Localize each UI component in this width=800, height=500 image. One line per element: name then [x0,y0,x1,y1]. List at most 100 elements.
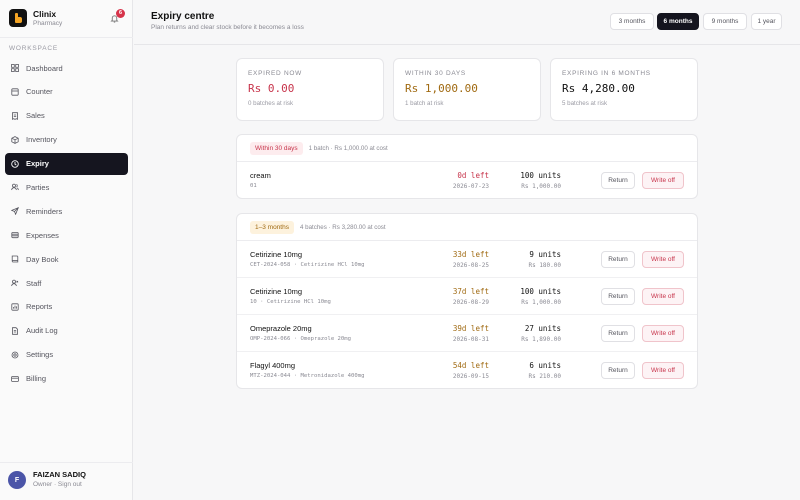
page-subtitle: Plan returns and clear stock before it b… [151,24,304,31]
send-icon [11,207,19,216]
card-icon [11,375,19,382]
receipt-icon [12,112,18,120]
cost: Rs 210.00 [528,373,561,380]
range-9-months[interactable]: 9 months [703,13,747,30]
sidebar-item-reminders[interactable]: Reminders [5,200,128,222]
cost: Rs 1,000.00 [521,183,561,190]
sidebar-item-staff[interactable]: Staff [5,272,128,294]
batch-info: 10 · Cetirizine HCl 10mg [250,299,331,305]
stat-label: EXPIRING IN 6 MONTHS [562,70,651,77]
grid-icon [11,64,19,72]
days-left: 0d left [457,171,489,180]
sidebar-item-reports[interactable]: Reports [5,296,128,318]
chart-icon [11,303,19,311]
group-badge: Within 30 days [250,141,303,155]
item-name: Flagyl 400mg [250,361,296,370]
sidebar-item-label: Inventory [26,135,57,145]
stat-expiring-6-months: EXPIRING IN 6 MONTHS Rs 4,280.00 5 batch… [550,58,698,121]
return-button[interactable]: Return [601,362,635,379]
cost: Rs 180.00 [528,262,561,269]
write-off-button[interactable]: Write off [642,172,684,189]
return-button[interactable]: Return [601,325,635,342]
stat-label: EXPIRED NOW [248,70,302,77]
brand-name: Clinix [33,9,57,19]
sidebar-item-billing[interactable]: Billing [5,368,128,390]
group-meta: 1 batch · Rs 1,000.00 at cost [308,144,388,152]
return-button[interactable]: Return [601,288,635,305]
cost: Rs 1,890.00 [521,336,561,343]
range-1-year[interactable]: 1 year [751,13,782,30]
stat-label: WITHIN 30 DAYS [405,70,466,77]
sidebar-item-sales[interactable]: Sales [5,105,128,127]
sign-out-link[interactable]: Owner · Sign out [33,480,86,490]
user-group-icon [11,279,19,287]
expiry-date: 2026-08-25 [452,262,489,269]
box-icon [11,135,19,144]
cost: Rs 1,000.00 [521,299,561,306]
item-name: Cetirizine 10mg [250,250,303,259]
sidebar-item-label: Reports [26,302,53,312]
sidebar-item-label: Settings [26,350,54,360]
table-row: Omeprazole 20mg OMP-2024-066 · Omeprazol… [237,315,697,352]
users-icon [11,184,19,191]
sidebar: Clinix Pharmacy 6 WORKSPACE Dashboard Co… [0,0,133,500]
sidebar-item-inventory[interactable]: Inventory [5,129,128,151]
sidebar-item-parties[interactable]: Parties [5,176,128,198]
group-meta: 4 batches · Rs 3,280.00 at cost [299,223,386,231]
write-off-button[interactable]: Write off [642,251,684,268]
table-row: Cetirizine 10mg CET-2024-058 · Cetirizin… [237,241,697,278]
return-button[interactable]: Return [601,172,635,189]
item-name: Cetirizine 10mg [250,287,303,296]
item-name: Omeprazole 20mg [250,324,312,333]
sidebar-item-expiry[interactable]: Expiry [5,152,128,175]
table-row: Flagyl 400mg MTZ-2024-044 · Metronidazol… [237,352,697,388]
workspace-label: WORKSPACE [9,45,58,52]
range-3-months[interactable]: 3 months [610,13,654,30]
group-badge: 1–3 months [250,220,294,234]
item-name: cream [250,171,271,180]
divider [0,37,133,38]
sidebar-item-label: Parties [26,182,50,192]
user-profile[interactable]: F FAIZAN SADIQ Owner · Sign out [8,470,86,490]
sidebar-item-expenses[interactable]: Expenses [5,224,128,246]
sidebar-item-label: Expenses [26,230,59,240]
expiry-date: 2026-08-29 [452,299,489,306]
wallet-icon [11,232,19,239]
stat-expired-now: EXPIRED NOW Rs 0.00 0 batches at risk [236,58,384,121]
return-button[interactable]: Return [601,251,635,268]
range-6-months[interactable]: 6 months [657,13,699,30]
stat-sub: 1 batch at risk [405,100,444,107]
days-left: 37d left [452,287,489,296]
units: 27 units [524,324,561,333]
clock-icon [11,159,19,168]
sidebar-item-dashboard[interactable]: Dashboard [5,57,128,79]
stat-value: Rs 4,280.00 [562,82,635,95]
sidebar-nav: Dashboard Counter Sales Inventory Expiry… [5,57,128,391]
sidebar-item-day-book[interactable]: Day Book [5,248,128,270]
sidebar-item-label: Expiry [26,159,49,169]
sidebar-item-label: Day Book [26,254,59,264]
write-off-button[interactable]: Write off [642,288,684,305]
sidebar-item-label: Sales [26,111,45,121]
expiry-date: 2026-07-23 [452,183,489,190]
sidebar-item-audit-log[interactable]: Audit Log [5,320,128,342]
brand-subtitle: Pharmacy [33,20,63,27]
days-left: 39d left [452,324,489,333]
sidebar-item-label: Staff [26,278,42,288]
divider [0,462,133,463]
page-title: Expiry centre [151,11,215,22]
write-off-button[interactable]: Write off [642,325,684,342]
sidebar-item-label: Counter [26,87,53,97]
units: 100 units [520,171,561,180]
clinix-logo [9,9,27,27]
days-left: 54d left [452,361,489,370]
expiry-group-within-30-days: Within 30 days 1 batch · Rs 1,000.00 at … [236,134,698,199]
brand[interactable]: Clinix Pharmacy [9,9,62,29]
sidebar-item-counter[interactable]: Counter [5,81,128,103]
sidebar-item-settings[interactable]: Settings [5,344,128,366]
batch-info: OMP-2024-066 · Omeprazole 20mg [250,336,352,342]
batch-info: CET-2024-058 · Cetirizine HCl 10mg [250,262,365,268]
table-row: cream 01 0d left 2026-07-23 100 units Rs… [237,162,697,198]
write-off-button[interactable]: Write off [642,362,684,379]
page-header: Expiry centre Plan returns and clear sto… [134,0,800,45]
